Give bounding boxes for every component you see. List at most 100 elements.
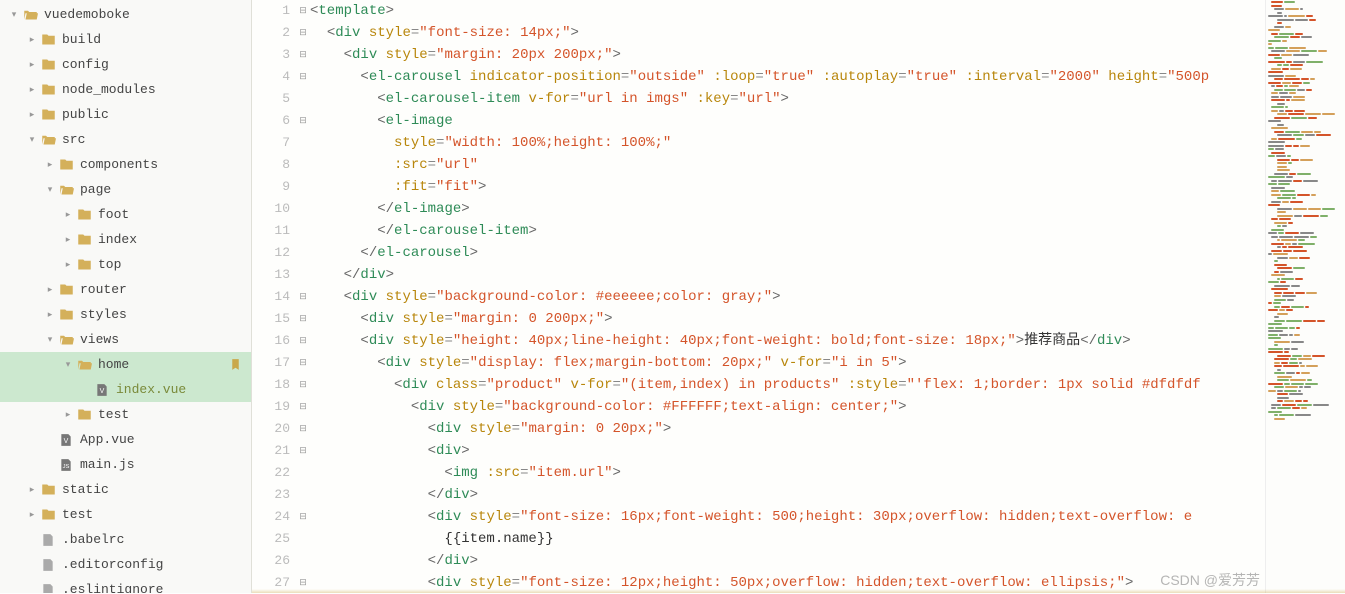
tree-item-test[interactable]: ▸test xyxy=(0,502,251,527)
chevron-down-icon[interactable]: ▾ xyxy=(44,185,56,195)
tree-item--babelrc[interactable]: .babelrc xyxy=(0,527,251,552)
tree-item-components[interactable]: ▸components xyxy=(0,152,251,177)
code-line[interactable]: </div> xyxy=(310,484,1265,506)
fold-minus-icon[interactable]: ⊟ xyxy=(296,572,310,594)
chevron-right-icon[interactable]: ▸ xyxy=(44,310,56,320)
tree-item-index-vue[interactable]: Vindex.vue xyxy=(0,377,251,402)
chevron-right-icon[interactable]: ▸ xyxy=(44,285,56,295)
code-line[interactable]: <div style="font-size: 16px;font-weight:… xyxy=(310,506,1265,528)
code-line[interactable]: </div> xyxy=(310,550,1265,572)
tree-item-label: top xyxy=(98,257,121,272)
code-line[interactable]: <div style="margin: 20px 200px;"> xyxy=(310,44,1265,66)
code-editor[interactable]: 1234567891011121314151617181920212223242… xyxy=(252,0,1345,593)
chevron-down-icon[interactable]: ▾ xyxy=(26,135,38,145)
code-line[interactable]: <div> xyxy=(310,440,1265,462)
chevron-right-icon[interactable]: ▸ xyxy=(62,260,74,270)
chevron-right-icon[interactable]: ▸ xyxy=(62,235,74,245)
fold-minus-icon[interactable]: ⊟ xyxy=(296,110,310,132)
fold-minus-icon[interactable]: ⊟ xyxy=(296,0,310,22)
tree-item-top[interactable]: ▸ top xyxy=(0,252,251,277)
code-line[interactable]: <el-image xyxy=(310,110,1265,132)
fold-minus-icon[interactable]: ⊟ xyxy=(296,352,310,374)
tree-item-build[interactable]: ▸build xyxy=(0,27,251,52)
code-line[interactable]: <div class="product" v-for="(item,index)… xyxy=(310,374,1265,396)
tree-item-home[interactable]: ▾home xyxy=(0,352,251,377)
chevron-right-icon[interactable]: ▸ xyxy=(26,85,38,95)
fold-minus-icon[interactable]: ⊟ xyxy=(296,330,310,352)
chevron-right-icon[interactable]: ▸ xyxy=(26,60,38,70)
code-line[interactable]: </el-carousel-item> xyxy=(310,220,1265,242)
tree-item-page[interactable]: ▾page xyxy=(0,177,251,202)
tree-item-test[interactable]: ▸test xyxy=(0,402,251,427)
tree-item-index[interactable]: ▸index xyxy=(0,227,251,252)
line-number: 27 xyxy=(252,572,290,594)
code-line[interactable]: <div style="font-size: 14px;"> xyxy=(310,22,1265,44)
fold-column[interactable]: ⊟⊟⊟⊟⊟⊟⊟⊟⊟⊟⊟⊟⊟⊟⊟ xyxy=(296,0,310,593)
code-line[interactable]: <el-carousel-item v-for="url in imgs" :k… xyxy=(310,88,1265,110)
chevron-right-icon[interactable]: ▸ xyxy=(44,160,56,170)
fold-minus-icon[interactable]: ⊟ xyxy=(296,308,310,330)
chevron-right-icon[interactable]: ▸ xyxy=(26,485,38,495)
tree-item-src[interactable]: ▾ src xyxy=(0,127,251,152)
fold-minus-icon[interactable]: ⊟ xyxy=(296,418,310,440)
tree-item--editorconfig[interactable]: .editorconfig xyxy=(0,552,251,577)
fold-minus-icon[interactable]: ⊟ xyxy=(296,66,310,88)
code-line[interactable]: <div style="margin: 0 20px;"> xyxy=(310,418,1265,440)
chevron-down-icon[interactable]: ▾ xyxy=(62,360,74,370)
line-number: 21 xyxy=(252,440,290,462)
tree-item-vuedemoboke[interactable]: ▾vuedemoboke xyxy=(0,2,251,27)
fold-minus-icon[interactable]: ⊟ xyxy=(296,396,310,418)
fold-spacer xyxy=(296,528,310,550)
chevron-right-icon[interactable]: ▸ xyxy=(62,210,74,220)
tree-item-foot[interactable]: ▸foot xyxy=(0,202,251,227)
code-line[interactable]: <div style="background-color: #FFFFFF;te… xyxy=(310,396,1265,418)
code-line[interactable]: <div style="display: flex;margin-bottom:… xyxy=(310,352,1265,374)
fold-minus-icon[interactable]: ⊟ xyxy=(296,506,310,528)
fold-minus-icon[interactable]: ⊟ xyxy=(296,286,310,308)
code-line[interactable]: <div style="height: 40px;line-height: 40… xyxy=(310,330,1265,352)
chevron-down-icon[interactable]: ▾ xyxy=(44,335,56,345)
chevron-right-icon[interactable]: ▸ xyxy=(26,110,38,120)
fold-minus-icon[interactable]: ⊟ xyxy=(296,374,310,396)
chevron-right-icon[interactable]: ▸ xyxy=(26,35,38,45)
tree-item-label: index.vue xyxy=(116,382,186,397)
chevron-right-icon[interactable]: ▸ xyxy=(62,410,74,420)
tree-item--eslintignore[interactable]: .eslintignore xyxy=(0,577,251,593)
tree-item-node_modules[interactable]: ▸node_modules xyxy=(0,77,251,102)
tree-item-views[interactable]: ▾views xyxy=(0,327,251,352)
tree-item-App-vue[interactable]: VApp.vue xyxy=(0,427,251,452)
fold-minus-icon[interactable]: ⊟ xyxy=(296,22,310,44)
code-line[interactable]: <div style="background-color: #eeeeee;co… xyxy=(310,286,1265,308)
tree-item-main-js[interactable]: JSmain.js xyxy=(0,452,251,477)
tree-item-static[interactable]: ▸static xyxy=(0,477,251,502)
minimap[interactable] xyxy=(1265,0,1345,593)
code-line[interactable]: </el-image> xyxy=(310,198,1265,220)
code-line[interactable]: {{item.name}} xyxy=(310,528,1265,550)
tree-item-public[interactable]: ▸public xyxy=(0,102,251,127)
chevron-right-icon[interactable]: ▸ xyxy=(26,510,38,520)
code-line[interactable]: <template> xyxy=(310,0,1265,22)
code-area[interactable]: <template> <div style="font-size: 14px;"… xyxy=(310,0,1265,593)
fold-minus-icon[interactable]: ⊟ xyxy=(296,440,310,462)
tree-item-config[interactable]: ▸config xyxy=(0,52,251,77)
folder-icon xyxy=(40,57,56,73)
code-line[interactable]: <div style="margin: 0 200px;"> xyxy=(310,308,1265,330)
code-line[interactable]: :fit="fit"> xyxy=(310,176,1265,198)
code-line[interactable]: :src="url" xyxy=(310,154,1265,176)
code-line[interactable]: <img :src="item.url"> xyxy=(310,462,1265,484)
file-g-icon xyxy=(40,532,56,548)
folder-open-icon xyxy=(58,332,74,348)
code-line[interactable]: <div style="font-size: 12px;height: 50px… xyxy=(310,572,1265,593)
tree-item-label: src xyxy=(62,132,85,147)
code-line[interactable]: style="width: 100%;height: 100%;" xyxy=(310,132,1265,154)
code-line[interactable]: </div> xyxy=(310,264,1265,286)
line-number: 2 xyxy=(252,22,290,44)
code-line[interactable]: <el-carousel indicator-position="outside… xyxy=(310,66,1265,88)
chevron-down-icon[interactable]: ▾ xyxy=(8,10,20,20)
code-line[interactable]: </el-carousel> xyxy=(310,242,1265,264)
tree-item-styles[interactable]: ▸styles xyxy=(0,302,251,327)
tree-item-router[interactable]: ▸router xyxy=(0,277,251,302)
file-tree-sidebar[interactable]: ▾vuedemoboke▸build▸config▸node_modules▸p… xyxy=(0,0,252,593)
line-gutter: 1234567891011121314151617181920212223242… xyxy=(252,0,296,593)
fold-minus-icon[interactable]: ⊟ xyxy=(296,44,310,66)
